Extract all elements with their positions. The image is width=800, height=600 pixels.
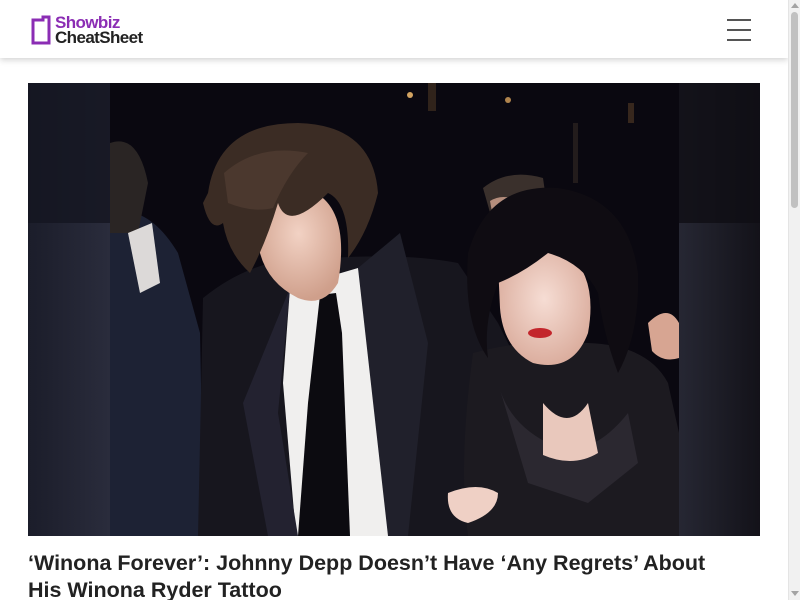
menu-button[interactable] [718,14,760,46]
site-header: Showbiz CheatSheet [0,0,788,58]
article-headline[interactable]: ‘Winona Forever’: Johnny Depp Doesn’t Ha… [28,550,728,600]
menu-bar-middle [727,29,751,31]
scroll-down-arrow-icon[interactable] [791,591,799,596]
logo-line-cheatsheet: CheatSheet [55,28,143,47]
menu-bar-bottom [727,39,751,41]
browser-viewport: Showbiz CheatSheet ‘Winona Forever’: Joh… [0,0,800,600]
scroll-up-arrow-icon[interactable] [791,3,799,8]
hero-photo [28,83,760,536]
bookmark-frame-icon [31,15,51,45]
menu-bar-top [727,19,751,21]
logo-text: Showbiz CheatSheet [55,14,143,47]
scrollbar-thumb[interactable] [791,12,798,208]
page-scrollbar[interactable] [788,0,800,600]
site-logo[interactable]: Showbiz CheatSheet [30,12,170,48]
article-page: Showbiz CheatSheet ‘Winona Forever’: Joh… [0,0,788,600]
hero-image[interactable] [28,83,760,536]
